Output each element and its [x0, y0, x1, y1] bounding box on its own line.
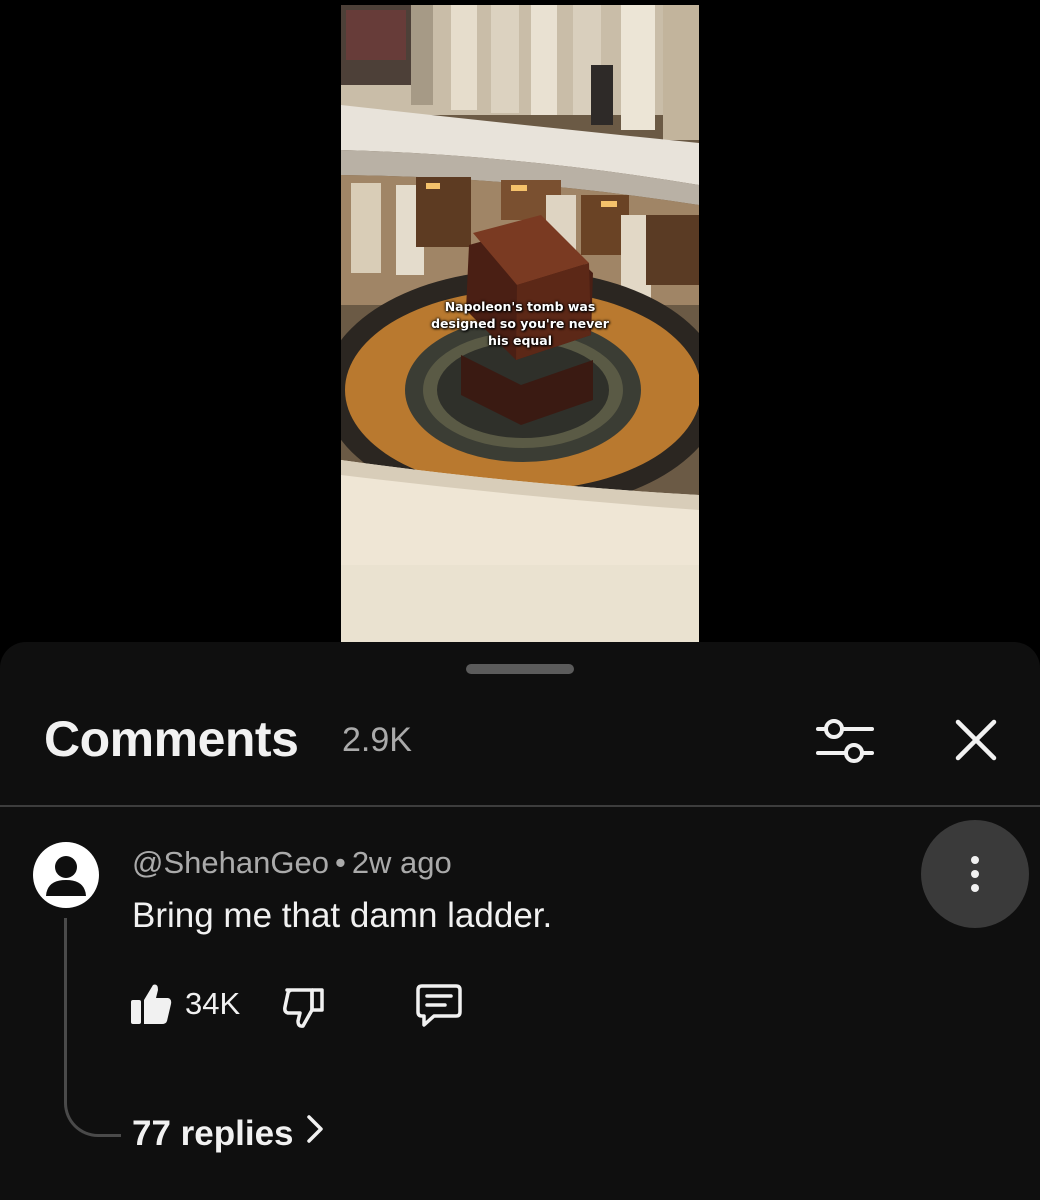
- view-replies-link[interactable]: 77 replies: [132, 1114, 324, 1154]
- drag-handle[interactable]: [466, 664, 574, 674]
- close-button[interactable]: [948, 712, 1004, 768]
- like-count: 34K: [185, 986, 241, 1021]
- reply-comment-icon: [416, 984, 462, 1027]
- chevron-right-icon: [306, 1113, 324, 1153]
- thumbs-up-icon: [131, 984, 172, 1024]
- more-options-button[interactable]: [921, 820, 1029, 928]
- dislike-button[interactable]: [282, 984, 326, 1030]
- video-player[interactable]: Napoleon's tomb was designed so you're n…: [341, 5, 699, 642]
- comments-panel: Comments 2.9K @ShehanGeo • 2w ago Bring …: [0, 642, 1040, 1200]
- close-icon: [955, 719, 997, 761]
- header-divider: [0, 805, 1040, 807]
- more-vertical-icon: [971, 856, 979, 892]
- video-caption-line: designed so you're never: [431, 316, 609, 331]
- video-caption-line: Napoleon's tomb was: [444, 299, 596, 314]
- like-button[interactable]: [130, 982, 172, 1026]
- reply-button[interactable]: [414, 982, 464, 1030]
- comment-time: 2w ago: [351, 845, 452, 880]
- screen: Napoleon's tomb was designed so you're n…: [0, 0, 1040, 1200]
- default-avatar-icon: [33, 842, 99, 908]
- avatar[interactable]: [33, 842, 99, 908]
- comment-author[interactable]: @ShehanGeo: [132, 845, 329, 880]
- video-caption: Napoleon's tomb was designed so you're n…: [341, 298, 699, 349]
- comment-meta: @ShehanGeo • 2w ago: [132, 845, 452, 881]
- meta-separator: •: [334, 845, 346, 880]
- filter-sliders-icon: [816, 719, 874, 763]
- filter-button[interactable]: [814, 712, 876, 770]
- comments-title: Comments: [44, 711, 299, 767]
- comment-text: Bring me that damn ladder.: [132, 896, 553, 935]
- thumbs-down-icon: [283, 988, 324, 1028]
- replies-count-label: 77 replies: [132, 1114, 294, 1153]
- video-caption-line: his equal: [487, 333, 553, 348]
- thread-line: [64, 918, 121, 1137]
- comments-count: 2.9K: [342, 721, 412, 759]
